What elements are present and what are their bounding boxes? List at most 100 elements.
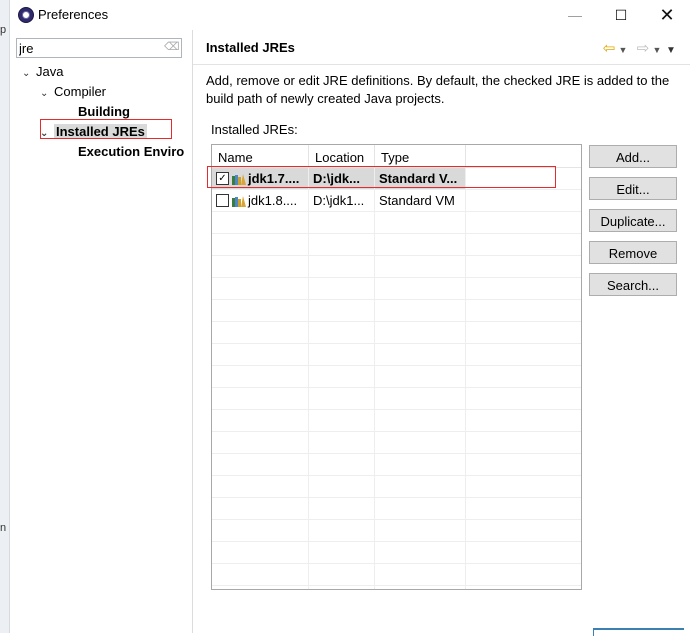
tree-node-compiler[interactable]: ⌄ Compiler [40,82,106,102]
empty-cell [309,410,375,431]
empty-cell [309,322,375,343]
table-row[interactable]: ✓ jdk1.7.... D:\jdk... Standard V... [212,168,581,190]
empty-cell [212,564,309,585]
chevron-down-icon[interactable]: ▼ [650,45,664,55]
column-header-name[interactable]: Name [212,145,309,167]
empty-cell [375,212,466,233]
empty-cell [466,344,581,365]
empty-cell [466,432,581,453]
empty-row [212,476,581,498]
page-navigation: ⇦ ▼ ⇨ ▼ ▼ [602,39,678,57]
chevron-down-icon[interactable]: ⌄ [40,84,54,104]
add-button[interactable]: Add... [589,145,677,168]
column-header-location[interactable]: Location [309,145,375,167]
chevron-down-icon[interactable]: ⌄ [22,64,36,84]
empty-cell [212,300,309,321]
empty-cell [309,256,375,277]
maximize-button[interactable]: ☐ [598,0,644,30]
empty-cell [466,476,581,497]
empty-cell [466,410,581,431]
empty-cell [375,432,466,453]
empty-row [212,212,581,234]
column-header-type[interactable]: Type [375,145,466,167]
empty-cell [212,454,309,475]
empty-row [212,322,581,344]
duplicate-button[interactable]: Duplicate... [589,209,677,232]
clear-filter-icon[interactable]: ⌫ [164,41,180,54]
empty-row [212,278,581,300]
empty-cell [309,234,375,255]
empty-cell [466,256,581,277]
empty-row [212,410,581,432]
empty-cell [375,498,466,519]
empty-row [212,234,581,256]
empty-cell [309,344,375,365]
empty-cell [466,586,581,589]
empty-row [212,300,581,322]
close-button[interactable]: ✕ [644,0,690,30]
empty-row [212,256,581,278]
installed-jres-page: Installed JREs ⇦ ▼ ⇨ ▼ ▼ Add, remove or edit… [193,30,690,636]
empty-cell [375,366,466,387]
tree-node-installed-jres[interactable]: ⌄ Installed JREs [40,122,147,142]
empty-cell [212,476,309,497]
empty-cell [466,234,581,255]
minimize-button[interactable]: — [552,0,598,30]
tree-node-building[interactable]: Building [78,102,130,122]
empty-cell [375,410,466,431]
empty-cell [466,300,581,321]
empty-cell [375,278,466,299]
cell-type: Standard VM [375,190,466,211]
empty-cell [375,256,466,277]
cell-type: Standard V... [375,168,466,189]
view-menu-icon[interactable]: ▼ [664,45,678,56]
empty-cell [375,564,466,585]
table-row[interactable]: jdk1.8.... D:\jdk1... Standard VM [212,190,581,212]
empty-row [212,344,581,366]
empty-cell [309,542,375,563]
empty-cell [212,520,309,541]
jre-default-checkbox[interactable]: ✓ [216,172,229,186]
empty-cell [375,388,466,409]
empty-cell [375,322,466,343]
empty-row [212,498,581,520]
tree-node-execution-environments[interactable]: Execution Enviro [78,142,184,162]
empty-cell [309,564,375,585]
empty-cell [309,366,375,387]
empty-cell [309,432,375,453]
empty-cell [212,388,309,409]
empty-cell [375,586,466,589]
jre-default-checkbox[interactable] [216,194,229,208]
empty-row [212,388,581,410]
cell-filler [466,168,581,189]
filter-input[interactable] [19,40,159,56]
title-bar: Preferences — ☐ ✕ [10,0,690,30]
cell-name: jdk1.8.... [212,190,309,211]
empty-cell [466,278,581,299]
chevron-down-icon[interactable]: ⌄ [40,124,54,144]
arrow-right-icon[interactable]: ⇨ [636,39,650,57]
edge-text-top: p [0,24,7,36]
edit-button[interactable]: Edit... [589,177,677,200]
empty-cell [466,366,581,387]
empty-cell [375,234,466,255]
empty-cell [212,234,309,255]
page-description: Add, remove or edit JRE definitions. By … [206,73,670,106]
search-button[interactable]: Search... [589,273,677,296]
table-header: Name Location Type [212,145,581,168]
empty-cell [466,388,581,409]
arrow-left-icon[interactable]: ⇦ [602,39,616,57]
column-header-filler [466,145,581,167]
tree-node-java[interactable]: ⌄ Java [22,62,63,82]
remove-button[interactable]: Remove [589,241,677,264]
empty-row [212,432,581,454]
empty-cell [466,498,581,519]
chevron-down-icon[interactable]: ▼ [616,45,630,55]
empty-cell [212,542,309,563]
empty-cell [212,498,309,519]
window-title: Preferences [38,7,109,22]
empty-cell [466,520,581,541]
cell-location: D:\jdk... [309,168,375,189]
page-title: Installed JREs [206,40,295,55]
cell-name: ✓ jdk1.7.... [212,168,309,189]
